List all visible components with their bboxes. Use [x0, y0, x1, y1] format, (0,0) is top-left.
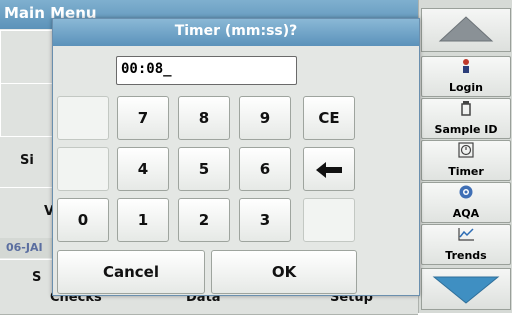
- menu-bottom-left[interactable]: S: [32, 270, 41, 285]
- trends-label: Trends: [445, 249, 487, 262]
- key-2[interactable]: 2: [178, 198, 230, 242]
- timer-button[interactable]: Timer: [421, 140, 511, 181]
- keypad-blank-3: [303, 198, 355, 242]
- key-4[interactable]: 4: [117, 147, 169, 191]
- timer-input-value: 00:08_: [121, 61, 172, 77]
- key-3[interactable]: 3: [239, 198, 291, 242]
- scroll-down-button[interactable]: [421, 268, 511, 310]
- key-5[interactable]: 5: [178, 147, 230, 191]
- right-sidebar: Login Sample ID Timer AQA Trends: [418, 0, 512, 313]
- trends-icon: [422, 226, 510, 246]
- aqa-icon: [422, 184, 510, 204]
- timer-label: Timer: [448, 165, 484, 178]
- key-8[interactable]: 8: [178, 96, 230, 140]
- key-7[interactable]: 7: [117, 96, 169, 140]
- aqa-button[interactable]: AQA: [421, 182, 511, 223]
- date-text: 06-JAI: [6, 241, 43, 254]
- key-1[interactable]: 1: [117, 198, 169, 242]
- backspace-button[interactable]: [303, 147, 355, 191]
- up-arrow-icon: [438, 16, 494, 42]
- key-9[interactable]: 9: [239, 96, 291, 140]
- scroll-up-button[interactable]: [421, 8, 511, 52]
- key-6[interactable]: 6: [239, 147, 291, 191]
- trends-button[interactable]: Trends: [421, 224, 511, 265]
- dialog-title: Timer (mm:ss)?: [174, 23, 298, 39]
- cancel-button[interactable]: Cancel: [57, 250, 205, 294]
- keypad-blank-2: [57, 147, 109, 191]
- timer-dialog: Timer (mm:ss)? 00:08_ 7 8 9 CE 4 5 6 0 1…: [52, 18, 420, 296]
- dialog-titlebar: Timer (mm:ss)?: [53, 19, 419, 46]
- timer-input[interactable]: 00:08_: [116, 56, 297, 85]
- login-button[interactable]: Login: [421, 56, 511, 97]
- sample-id-label: Sample ID: [434, 123, 498, 136]
- keypad-blank-1: [57, 96, 109, 140]
- ok-button[interactable]: OK: [211, 250, 357, 294]
- menu-item-partial-left[interactable]: Si: [20, 153, 34, 168]
- key-0[interactable]: 0: [57, 198, 109, 242]
- aqa-label: AQA: [452, 207, 480, 220]
- sample-id-button[interactable]: Sample ID: [421, 98, 511, 139]
- down-arrow-icon: [432, 276, 500, 304]
- login-label: Login: [448, 81, 484, 94]
- timer-icon: [422, 142, 510, 162]
- backspace-arrow-icon: [316, 161, 342, 178]
- sample-bottle-icon: [422, 100, 510, 120]
- login-person-icon: [422, 58, 510, 78]
- clear-entry-button[interactable]: CE: [303, 96, 355, 140]
